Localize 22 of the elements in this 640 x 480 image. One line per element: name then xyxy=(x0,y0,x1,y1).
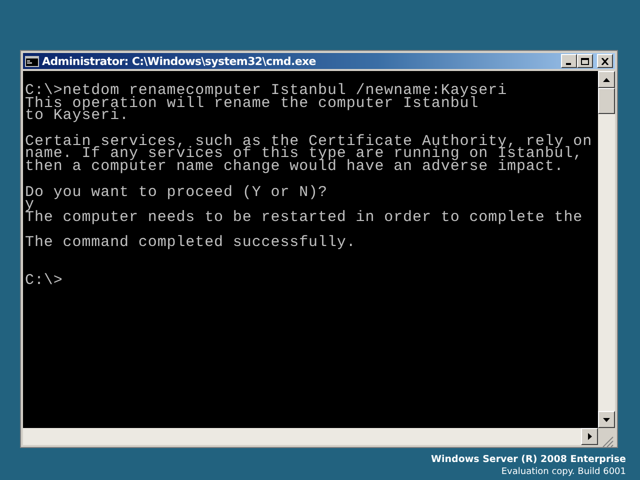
console-line: y xyxy=(25,199,34,212)
size-grip-icon[interactable] xyxy=(598,428,615,445)
close-icon[interactable] xyxy=(597,54,613,68)
maximize-icon[interactable] xyxy=(577,54,593,68)
minimize-icon[interactable] xyxy=(561,54,577,68)
scroll-down-icon[interactable] xyxy=(598,411,615,428)
console-line: Do you want to proceed (Y or N)? xyxy=(25,186,328,200)
console-line: then a computer name change would have an adverse impact. xyxy=(25,161,564,174)
console-line: The computer needs to be restarted in order to complete the xyxy=(25,212,584,225)
horizontal-scrollbar[interactable] xyxy=(23,428,615,445)
window-title: Administrator: C:\Windows\system32\cmd.exe xyxy=(42,54,316,68)
console-line: to Kayseri. xyxy=(25,110,129,124)
console-line: The command completed successfully. xyxy=(25,237,357,250)
edition-label: Windows Server (R) 2008 Enterprise xyxy=(430,454,626,466)
console-icon xyxy=(25,56,39,66)
scroll-right-icon[interactable] xyxy=(581,428,598,445)
console-line: This operation will rename the computer Istanbul xyxy=(25,98,479,110)
build-label: Evaluation copy. Build 6001 xyxy=(500,466,626,478)
vertical-scrollbar[interactable] xyxy=(598,71,615,428)
scroll-up-icon[interactable] xyxy=(598,71,615,88)
console-line: C:\> xyxy=(25,275,64,288)
scroll-thumb[interactable] xyxy=(598,88,615,114)
